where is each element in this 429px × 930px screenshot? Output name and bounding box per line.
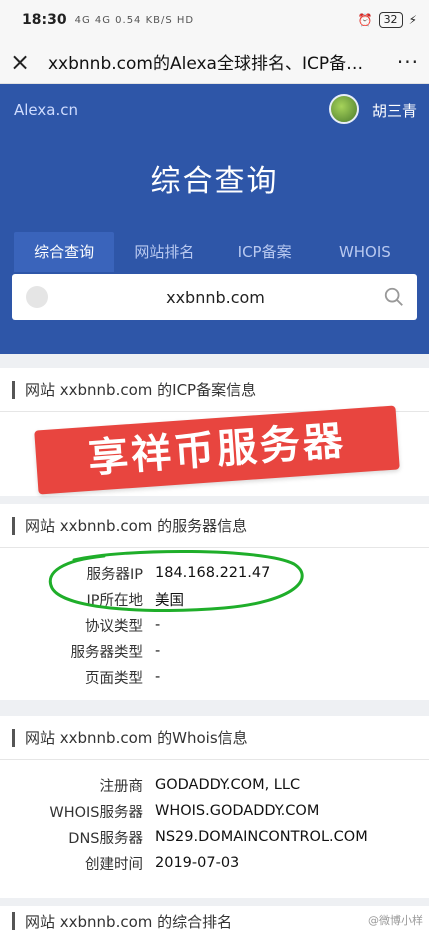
section-marker xyxy=(12,380,15,399)
section-marker xyxy=(12,912,15,930)
username[interactable]: 胡三青 xyxy=(372,100,417,121)
row-value: GODADDY.COM, LLC xyxy=(155,777,301,793)
dns-server-row: DNS服务器 NS29.DOMAINCONTROL.COM xyxy=(0,824,429,850)
row-key: WHOIS服务器 xyxy=(49,804,143,821)
alarm-icon: ⏰ xyxy=(357,13,373,27)
row-key: 协议类型 xyxy=(85,618,143,635)
close-icon[interactable]: × xyxy=(10,48,42,76)
site-header: Alexa.cn 胡三青 综合查询 综合查询 网站排名 ICP备案 WHOIS … xyxy=(0,84,429,354)
row-key: 注册商 xyxy=(99,778,144,795)
status-bar: 18:30 4G 4G 0.54 KB/S HD ⏰ 32 ⚡ xyxy=(0,0,429,40)
icp-section-title: 网站 xxbnnb.com 的ICP备案信息 xyxy=(25,381,257,399)
more-menu-icon[interactable]: ··· xyxy=(387,50,419,74)
whois-section: 网站 xxbnnb.com 的Whois信息 注册商 GODADDY.COM, L… xyxy=(0,716,429,898)
created-date-row: 创建时间 2019-07-03 xyxy=(0,850,429,876)
search-input[interactable]: xxbnnb.com xyxy=(48,288,383,307)
search-box[interactable]: xxbnnb.com xyxy=(12,274,417,320)
site-logo[interactable]: Alexa.cn xyxy=(14,101,78,119)
avatar[interactable] xyxy=(329,94,359,124)
search-icon[interactable] xyxy=(383,286,405,308)
registrar-row: 注册商 GODADDY.COM, LLC xyxy=(0,772,429,798)
row-value: - xyxy=(155,617,161,633)
section-marker xyxy=(12,516,15,535)
page-type-row: 页面类型 - xyxy=(0,664,429,690)
status-right: ⏰ 32 ⚡ xyxy=(358,12,417,28)
query-tabs: 综合查询 网站排名 ICP备案 WHOIS xyxy=(14,232,415,272)
watermark: @微博小样 xyxy=(368,914,423,927)
tab-icp[interactable]: ICP备案 xyxy=(215,232,315,272)
whois-server-row: WHOIS服务器 WHOIS.GODADDY.COM xyxy=(0,798,429,824)
tab-site-rank[interactable]: 网站排名 xyxy=(114,232,214,272)
charging-icon: ⚡ xyxy=(408,13,417,27)
row-key: 服务器类型 xyxy=(70,644,144,661)
whois-info-list: 注册商 GODADDY.COM, LLC WHOIS服务器 WHOIS.GODADD… xyxy=(0,760,429,876)
server-type-row: 服务器类型 - xyxy=(0,638,429,664)
clear-icon[interactable] xyxy=(26,286,48,308)
browser-title-bar: × xxbnnb.com的Alexa全球排名、ICP备… ··· xyxy=(0,40,429,84)
server-section-title: 网站 xxbnnb.com 的服务器信息 xyxy=(25,517,248,535)
battery-indicator: 32 xyxy=(378,12,403,28)
whois-section-header: 网站 xxbnnb.com 的Whois信息 xyxy=(0,716,429,760)
whois-section-title: 网站 xxbnnb.com 的Whois信息 xyxy=(25,729,248,747)
hero-title: 综合查询 xyxy=(150,164,279,199)
icp-section-header: 网站 xxbnnb.com 的ICP备案信息 xyxy=(0,368,429,412)
page-title: xxbnnb.com的Alexa全球排名、ICP备… xyxy=(48,54,364,74)
status-time: 18:30 xyxy=(22,12,67,28)
rank-section: 网站 xxbnnb.com 的综合排名 xyxy=(0,906,429,930)
tab-whois[interactable]: WHOIS xyxy=(315,232,415,272)
row-value: WHOIS.GODADDY.COM xyxy=(155,803,320,819)
rank-section-title: 网站 xxbnnb.com 的综合排名 xyxy=(25,912,233,930)
green-highlight-circle xyxy=(48,549,304,613)
rank-section-header: 网站 xxbnnb.com 的综合排名 xyxy=(0,906,429,930)
row-key: DNS服务器 xyxy=(68,830,143,847)
row-value: - xyxy=(155,643,161,659)
row-key: 页面类型 xyxy=(85,670,143,687)
row-value: - xyxy=(155,669,161,685)
section-marker xyxy=(12,728,15,747)
row-value: NS29.DOMAINCONTROL.COM xyxy=(155,829,368,845)
tab-comprehensive[interactable]: 综合查询 xyxy=(14,232,115,272)
signal-indicators: 4G 4G 0.54 KB/S HD xyxy=(74,14,195,26)
row-key: 创建时间 xyxy=(85,856,143,873)
row-value: 2019-07-03 xyxy=(155,855,240,871)
server-section-header: 网站 xxbnnb.com 的服务器信息 xyxy=(0,504,429,548)
